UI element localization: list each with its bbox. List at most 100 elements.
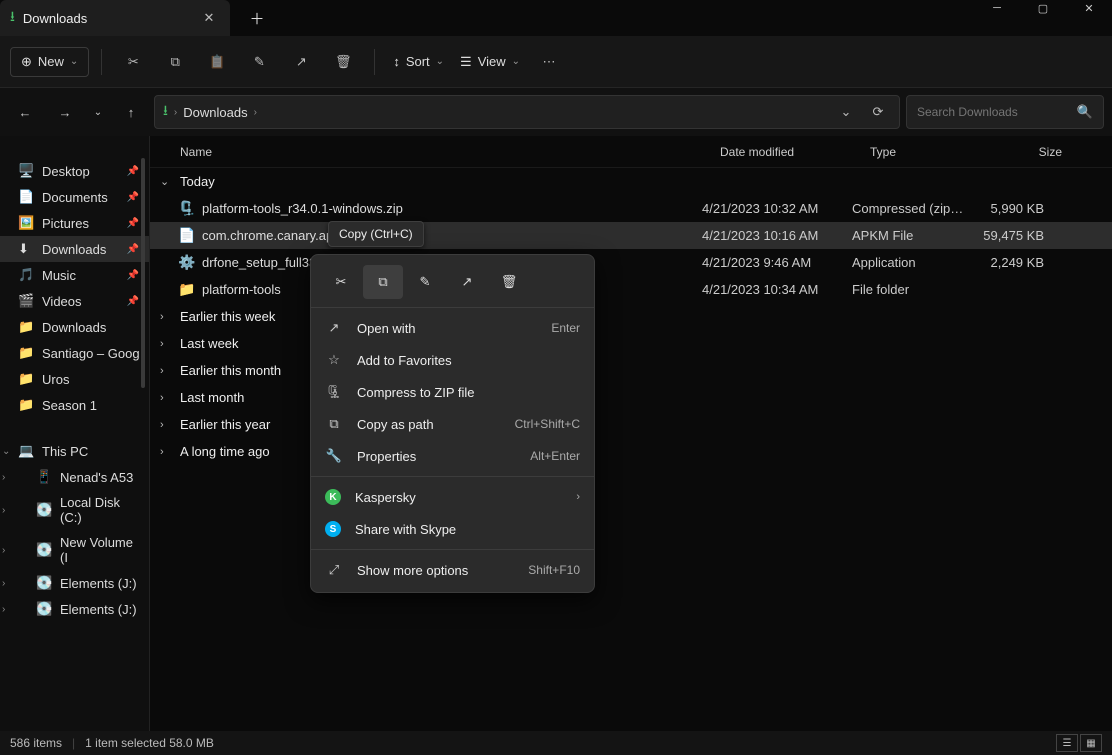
group-label: Earlier this month bbox=[180, 363, 281, 378]
close-tab-icon[interactable]: ✕ bbox=[200, 10, 218, 26]
sidebar-item-label: Pictures bbox=[42, 216, 89, 231]
maximize-button[interactable]: ▢ bbox=[1020, 0, 1066, 25]
ctx-compress-to-zip-file[interactable]: 🗜Compress to ZIP file bbox=[311, 376, 594, 408]
tab-downloads[interactable]: ⭳ Downloads ✕ bbox=[0, 0, 230, 36]
sidebar-item-downloads[interactable]: ⬇Downloads📌 bbox=[0, 236, 149, 262]
new-button[interactable]: ⊕ New ⌄ bbox=[10, 47, 89, 77]
ctx-share-with-skype[interactable]: SShare with Skype bbox=[311, 513, 594, 545]
drive-icon: 💽 bbox=[36, 575, 52, 591]
view-button[interactable]: ☰ View ⌄ bbox=[454, 50, 526, 74]
search-box[interactable]: 🔍 bbox=[906, 95, 1104, 129]
tree-item-label: New Volume (I bbox=[60, 535, 143, 565]
ctx-shortcut: Enter bbox=[551, 321, 580, 335]
sort-button[interactable]: ↕ Sort ⌄ bbox=[387, 50, 450, 73]
sidebar-item-downloads[interactable]: 📁Downloads bbox=[0, 314, 149, 340]
breadcrumb[interactable]: ⭳ › Downloads › ⌄ ⟳ bbox=[154, 95, 900, 129]
sidebar-item-desktop[interactable]: 🖥️Desktop📌 bbox=[0, 158, 149, 184]
col-date[interactable]: Date modified bbox=[720, 145, 870, 159]
folder-icon: 🖥️ bbox=[18, 163, 34, 179]
cut-button[interactable]: ✂ bbox=[114, 45, 152, 79]
ctx-cut-button[interactable]: ✂ bbox=[321, 265, 361, 299]
ctx-rename-button[interactable]: ✎ bbox=[405, 265, 445, 299]
ctx-copy-button[interactable]: ⧉ bbox=[363, 265, 403, 299]
chevron-right-icon[interactable]: › bbox=[2, 578, 5, 589]
history-dropdown[interactable]: ⌄ bbox=[833, 104, 859, 120]
search-input[interactable] bbox=[917, 105, 1077, 119]
delete-button[interactable]: 🗑 bbox=[324, 45, 362, 79]
details-view-button[interactable]: ☰ bbox=[1056, 734, 1078, 752]
tree-item-elements-j-[interactable]: ›💽Elements (J:) bbox=[0, 570, 149, 596]
file-size: 5,990 KB bbox=[964, 201, 1044, 216]
file-date: 4/21/2023 10:16 AM bbox=[702, 228, 852, 243]
share-button[interactable]: ↗ bbox=[282, 45, 320, 79]
tree-item-nenad-s-a53[interactable]: ›📱Nenad's A53 bbox=[0, 464, 149, 490]
group-earlier-this-week[interactable]: ›Earlier this week bbox=[150, 303, 1112, 330]
col-name[interactable]: Name bbox=[180, 145, 720, 159]
view-icon: ☰ bbox=[460, 54, 472, 70]
sidebar-item-santiago-goog[interactable]: 📁Santiago – Goog bbox=[0, 340, 149, 366]
more-options-icon: ⤢ bbox=[325, 562, 343, 578]
close-window-button[interactable]: ✕ bbox=[1066, 0, 1112, 25]
copy-button[interactable]: ⧉ bbox=[156, 45, 194, 79]
group-last-month[interactable]: ›Last month bbox=[150, 384, 1112, 411]
sidebar-item-season-1[interactable]: 📁Season 1 bbox=[0, 392, 149, 418]
rename-button[interactable]: ✎ bbox=[240, 45, 278, 79]
ctx-label: Show more options bbox=[357, 563, 468, 578]
folder-icon: 📁 bbox=[18, 371, 34, 387]
forward-button[interactable]: → bbox=[48, 95, 82, 129]
ctx-show-more-options[interactable]: ⤢ Show more options Shift+F10 bbox=[311, 554, 594, 586]
up-button[interactable]: ↑ bbox=[114, 95, 148, 129]
search-icon[interactable]: 🔍 bbox=[1077, 104, 1093, 120]
thumbnails-view-button[interactable]: ▦ bbox=[1080, 734, 1102, 752]
status-selection: 1 item selected 58.0 MB bbox=[85, 736, 214, 750]
tree-item-label: Nenad's A53 bbox=[60, 470, 133, 485]
ctx-properties[interactable]: 🔧PropertiesAlt+Enter bbox=[311, 440, 594, 472]
ctx-add-to-favorites[interactable]: ☆Add to Favorites bbox=[311, 344, 594, 376]
ctx-delete-button[interactable]: 🗑 bbox=[489, 265, 529, 299]
tree-item-new-volume-i[interactable]: ›💽New Volume (I bbox=[0, 530, 149, 570]
sidebar-item-videos[interactable]: 🎬Videos📌 bbox=[0, 288, 149, 314]
group-today[interactable]: ⌄Today bbox=[150, 168, 1112, 195]
chevron-right-icon[interactable]: › bbox=[2, 505, 5, 516]
file-icon: 📄 bbox=[178, 227, 196, 244]
chevron-down-icon: ⌄ bbox=[70, 56, 78, 67]
sidebar-item-label: Videos bbox=[42, 294, 82, 309]
file-row[interactable]: 📄com.chrome.canary.apkn4/21/2023 10:16 A… bbox=[150, 222, 1112, 249]
ctx-copy-as-path[interactable]: ⧉Copy as pathCtrl+Shift+C bbox=[311, 408, 594, 440]
tree-item-local-disk-c-[interactable]: ›💽Local Disk (C:) bbox=[0, 490, 149, 530]
new-tab-button[interactable]: ＋ bbox=[240, 4, 274, 32]
col-size[interactable]: Size bbox=[982, 145, 1062, 159]
sidebar-item-uros[interactable]: 📁 Uros bbox=[0, 366, 149, 392]
more-button[interactable]: ⋯ bbox=[530, 45, 568, 79]
ctx-share-button[interactable]: ↗ bbox=[447, 265, 487, 299]
group-earlier-this-month[interactable]: ›Earlier this month bbox=[150, 357, 1112, 384]
group-earlier-this-year[interactable]: ›Earlier this year bbox=[150, 411, 1112, 438]
chevron-right-icon[interactable]: ⌄ bbox=[2, 446, 10, 457]
refresh-button[interactable]: ⟳ bbox=[865, 104, 891, 120]
context-menu: ✂ ⧉ ✎ ↗ 🗑 ↗Open withEnter☆Add to Favorit… bbox=[310, 254, 595, 593]
ctx-kaspersky[interactable]: KKaspersky› bbox=[311, 481, 594, 513]
back-button[interactable]: ← bbox=[8, 95, 42, 129]
sidebar-item-music[interactable]: 🎵Music📌 bbox=[0, 262, 149, 288]
chevron-right-icon[interactable]: › bbox=[2, 545, 5, 556]
paste-button[interactable]: 📋 bbox=[198, 45, 236, 79]
tree-item-elements-j-[interactable]: ›💽Elements (J:) bbox=[0, 596, 149, 622]
breadcrumb-location[interactable]: Downloads bbox=[183, 105, 247, 120]
file-row[interactable]: ⚙️drfone_setup_full33604/21/2023 9:46 AM… bbox=[150, 249, 1112, 276]
sidebar-item-label: Uros bbox=[42, 372, 69, 387]
folder-icon: 🎬 bbox=[18, 293, 34, 309]
ctx-open-with[interactable]: ↗Open withEnter bbox=[311, 312, 594, 344]
chevron-right-icon[interactable]: › bbox=[2, 604, 5, 615]
folder-icon: ⬇ bbox=[18, 241, 34, 257]
sidebar-item-documents[interactable]: 📄Documents📌 bbox=[0, 184, 149, 210]
chevron-right-icon[interactable]: › bbox=[2, 472, 5, 483]
recent-dropdown[interactable]: ⌄ bbox=[88, 95, 108, 129]
sidebar-item-pictures[interactable]: 🖼️Pictures📌 bbox=[0, 210, 149, 236]
group-a-long-time-ago[interactable]: ›A long time ago bbox=[150, 438, 1112, 465]
tree-item-this-pc[interactable]: ⌄💻This PC bbox=[0, 438, 149, 464]
minimize-button[interactable]: ─ bbox=[974, 0, 1020, 25]
group-last-week[interactable]: ›Last week bbox=[150, 330, 1112, 357]
col-type[interactable]: Type bbox=[870, 145, 982, 159]
file-row[interactable]: 📁platform-tools4/21/2023 10:34 AMFile fo… bbox=[150, 276, 1112, 303]
file-row[interactable]: 🗜️platform-tools_r34.0.1-windows.zip4/21… bbox=[150, 195, 1112, 222]
